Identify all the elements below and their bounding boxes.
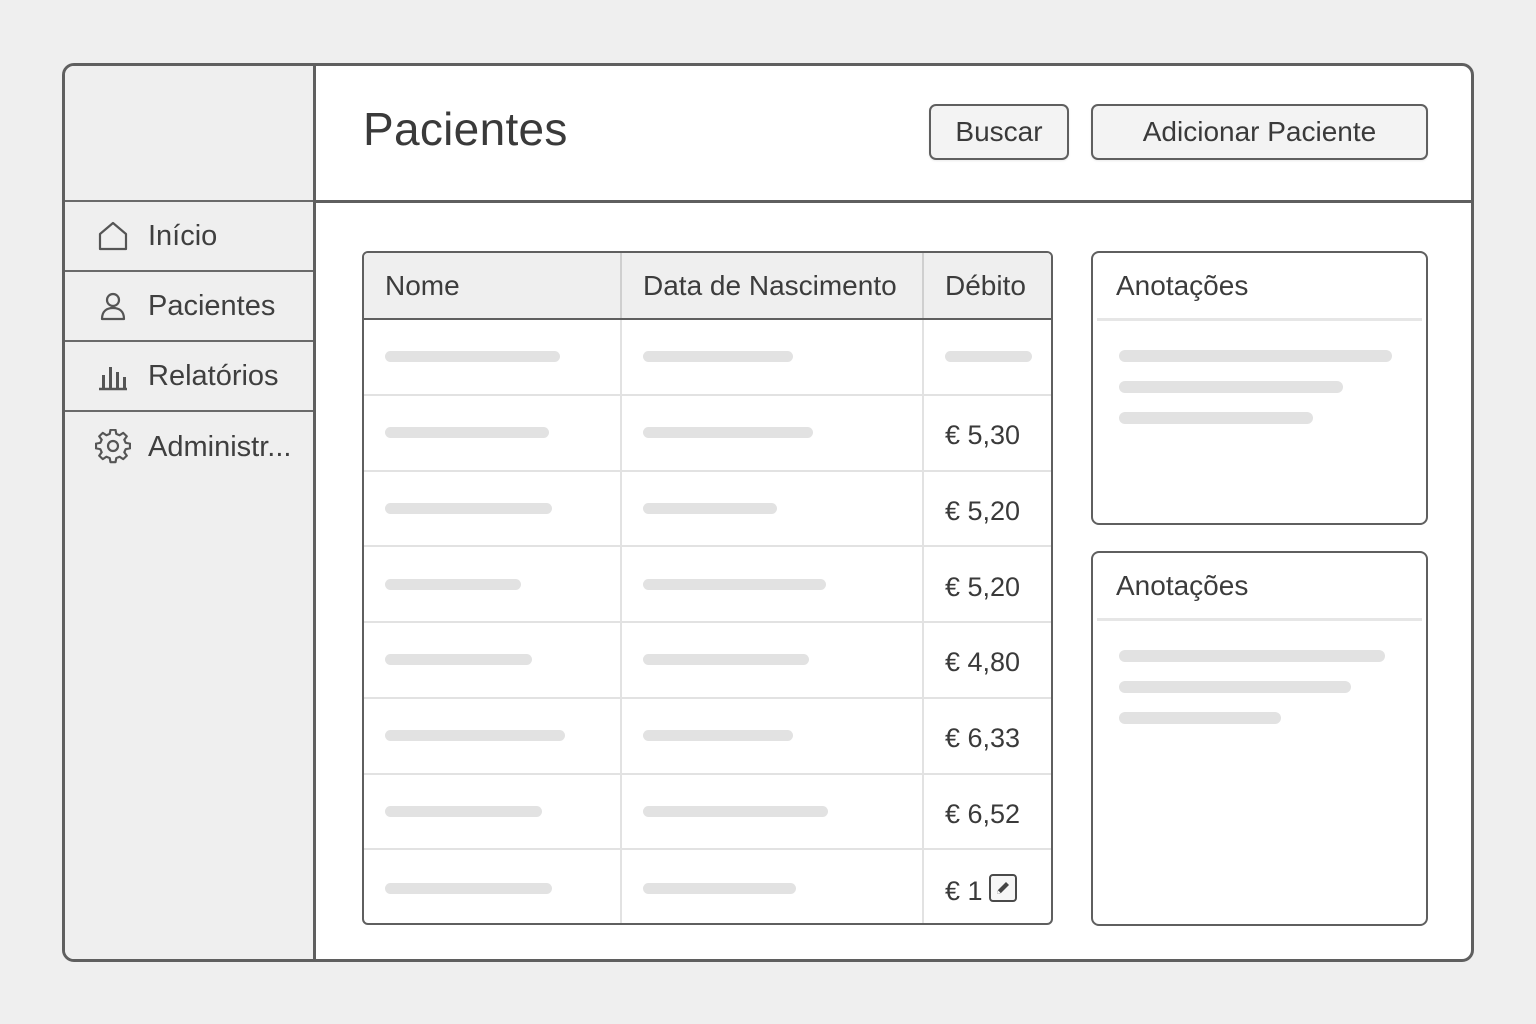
sidebar-item-administracao[interactable]: Administr... xyxy=(65,412,313,482)
sidebar-item-label: Início xyxy=(148,219,218,252)
birthdate-cell xyxy=(622,471,924,546)
home-icon xyxy=(95,218,131,254)
name-cell xyxy=(364,774,622,849)
birthdate-cell xyxy=(622,395,924,470)
name-cell xyxy=(364,850,622,923)
text-placeholder xyxy=(643,578,826,590)
text-placeholder xyxy=(1119,412,1313,424)
table-row[interactable]: € 5,30 xyxy=(364,395,1051,472)
column-header-debito[interactable]: Débito xyxy=(924,253,1051,318)
sidebar-item-label: Pacientes xyxy=(148,289,276,322)
text-placeholder xyxy=(945,351,1032,363)
text-placeholder xyxy=(385,730,565,742)
text-placeholder xyxy=(385,427,549,439)
debit-cell: € 5,20 xyxy=(924,472,1051,546)
name-cell xyxy=(364,395,622,470)
notes-title: Anotações xyxy=(1097,253,1422,321)
table-row[interactable]: € 5,20 xyxy=(364,547,1051,623)
text-placeholder xyxy=(643,882,796,894)
debit-value: € 5,20 xyxy=(945,495,1021,526)
gear-icon xyxy=(95,429,131,465)
debit-value: € 5,30 xyxy=(945,420,1021,451)
sidebar-item-label: Administr... xyxy=(148,430,292,463)
page-header: Pacientes Buscar Adicionar Paciente xyxy=(316,66,1471,203)
text-placeholder xyxy=(643,730,793,742)
page-title: Pacientes xyxy=(363,103,568,155)
debit-value: € 6,52 xyxy=(945,798,1021,829)
table-row[interactable]: € 6,33 xyxy=(364,698,1051,775)
sidebar-header xyxy=(65,66,313,202)
text-placeholder xyxy=(643,351,793,363)
debit-value[interactable]: € 1 xyxy=(945,870,983,907)
debit-cell: € 5,30 xyxy=(924,396,1051,470)
add-patient-button[interactable]: Adicionar Paciente xyxy=(1091,104,1428,160)
table-row[interactable]: € 6,52 xyxy=(364,774,1051,851)
text-placeholder xyxy=(385,578,521,590)
debit-cell: € 6,33 xyxy=(924,699,1051,773)
column-header-data-nascimento[interactable]: Data de Nascimento xyxy=(622,253,924,318)
table-row[interactable]: € 4,80 xyxy=(364,623,1051,699)
sidebar-item-inicio[interactable]: Início xyxy=(65,202,313,272)
main-content: Pacientes Buscar Adicionar Paciente Nome… xyxy=(316,66,1471,959)
birthdate-cell xyxy=(622,698,924,773)
sidebar-item-pacientes[interactable]: Pacientes xyxy=(65,272,313,342)
name-cell xyxy=(364,320,622,394)
patients-table: Nome Data de Nascimento Débito € 5,30 € … xyxy=(362,251,1053,925)
debit-value: € 5,20 xyxy=(945,571,1021,602)
debit-cell: € 6,52 xyxy=(924,775,1051,849)
table-row[interactable]: € 5,20 xyxy=(364,471,1051,548)
app-window: Início Pacientes Relatórios Administr...… xyxy=(62,63,1474,962)
text-placeholder xyxy=(385,502,552,514)
debit-value: € 6,33 xyxy=(945,723,1021,754)
birthdate-cell xyxy=(622,774,924,849)
text-placeholder xyxy=(385,654,532,666)
text-placeholder xyxy=(643,427,813,439)
name-cell xyxy=(364,623,622,697)
search-button[interactable]: Buscar xyxy=(929,104,1069,160)
notes-panel: Anotações xyxy=(1091,551,1428,926)
text-placeholder xyxy=(1119,381,1343,393)
table-header: Nome Data de Nascimento Débito xyxy=(364,253,1051,320)
text-placeholder xyxy=(643,805,828,817)
notes-panel: Anotações xyxy=(1091,251,1428,525)
notes-content[interactable] xyxy=(1093,621,1426,724)
text-placeholder xyxy=(1119,650,1385,662)
name-cell xyxy=(364,698,622,773)
text-placeholder xyxy=(385,882,552,894)
text-placeholder xyxy=(643,654,809,666)
text-placeholder xyxy=(1119,681,1351,693)
table-row[interactable] xyxy=(364,320,1051,396)
debit-value: € 4,80 xyxy=(945,647,1021,678)
name-cell xyxy=(364,471,622,546)
text-placeholder xyxy=(385,351,560,363)
sidebar-item-relatorios[interactable]: Relatórios xyxy=(65,342,313,412)
debit-cell xyxy=(924,320,1051,394)
name-cell xyxy=(364,547,622,621)
text-placeholder xyxy=(1119,712,1281,724)
text-placeholder xyxy=(385,805,542,817)
debit-cell: € 4,80 xyxy=(924,623,1051,697)
column-header-nome[interactable]: Nome xyxy=(364,253,622,318)
table-row[interactable]: € 1 xyxy=(364,850,1051,923)
debit-cell: € 5,20 xyxy=(924,547,1051,621)
birthdate-cell xyxy=(622,320,924,394)
birthdate-cell xyxy=(622,547,924,621)
debit-cell: € 1 xyxy=(924,850,1051,923)
edit-icon[interactable] xyxy=(988,874,1017,903)
notes-content[interactable] xyxy=(1093,321,1426,424)
sidebar-item-label: Relatórios xyxy=(148,359,279,392)
sidebar: Início Pacientes Relatórios Administr... xyxy=(65,66,316,959)
birthdate-cell xyxy=(622,623,924,697)
user-icon xyxy=(95,288,131,324)
text-placeholder xyxy=(1119,350,1392,362)
notes-title: Anotações xyxy=(1097,553,1422,621)
bar-chart-icon xyxy=(95,358,131,394)
text-placeholder xyxy=(643,502,777,514)
birthdate-cell xyxy=(622,850,924,923)
